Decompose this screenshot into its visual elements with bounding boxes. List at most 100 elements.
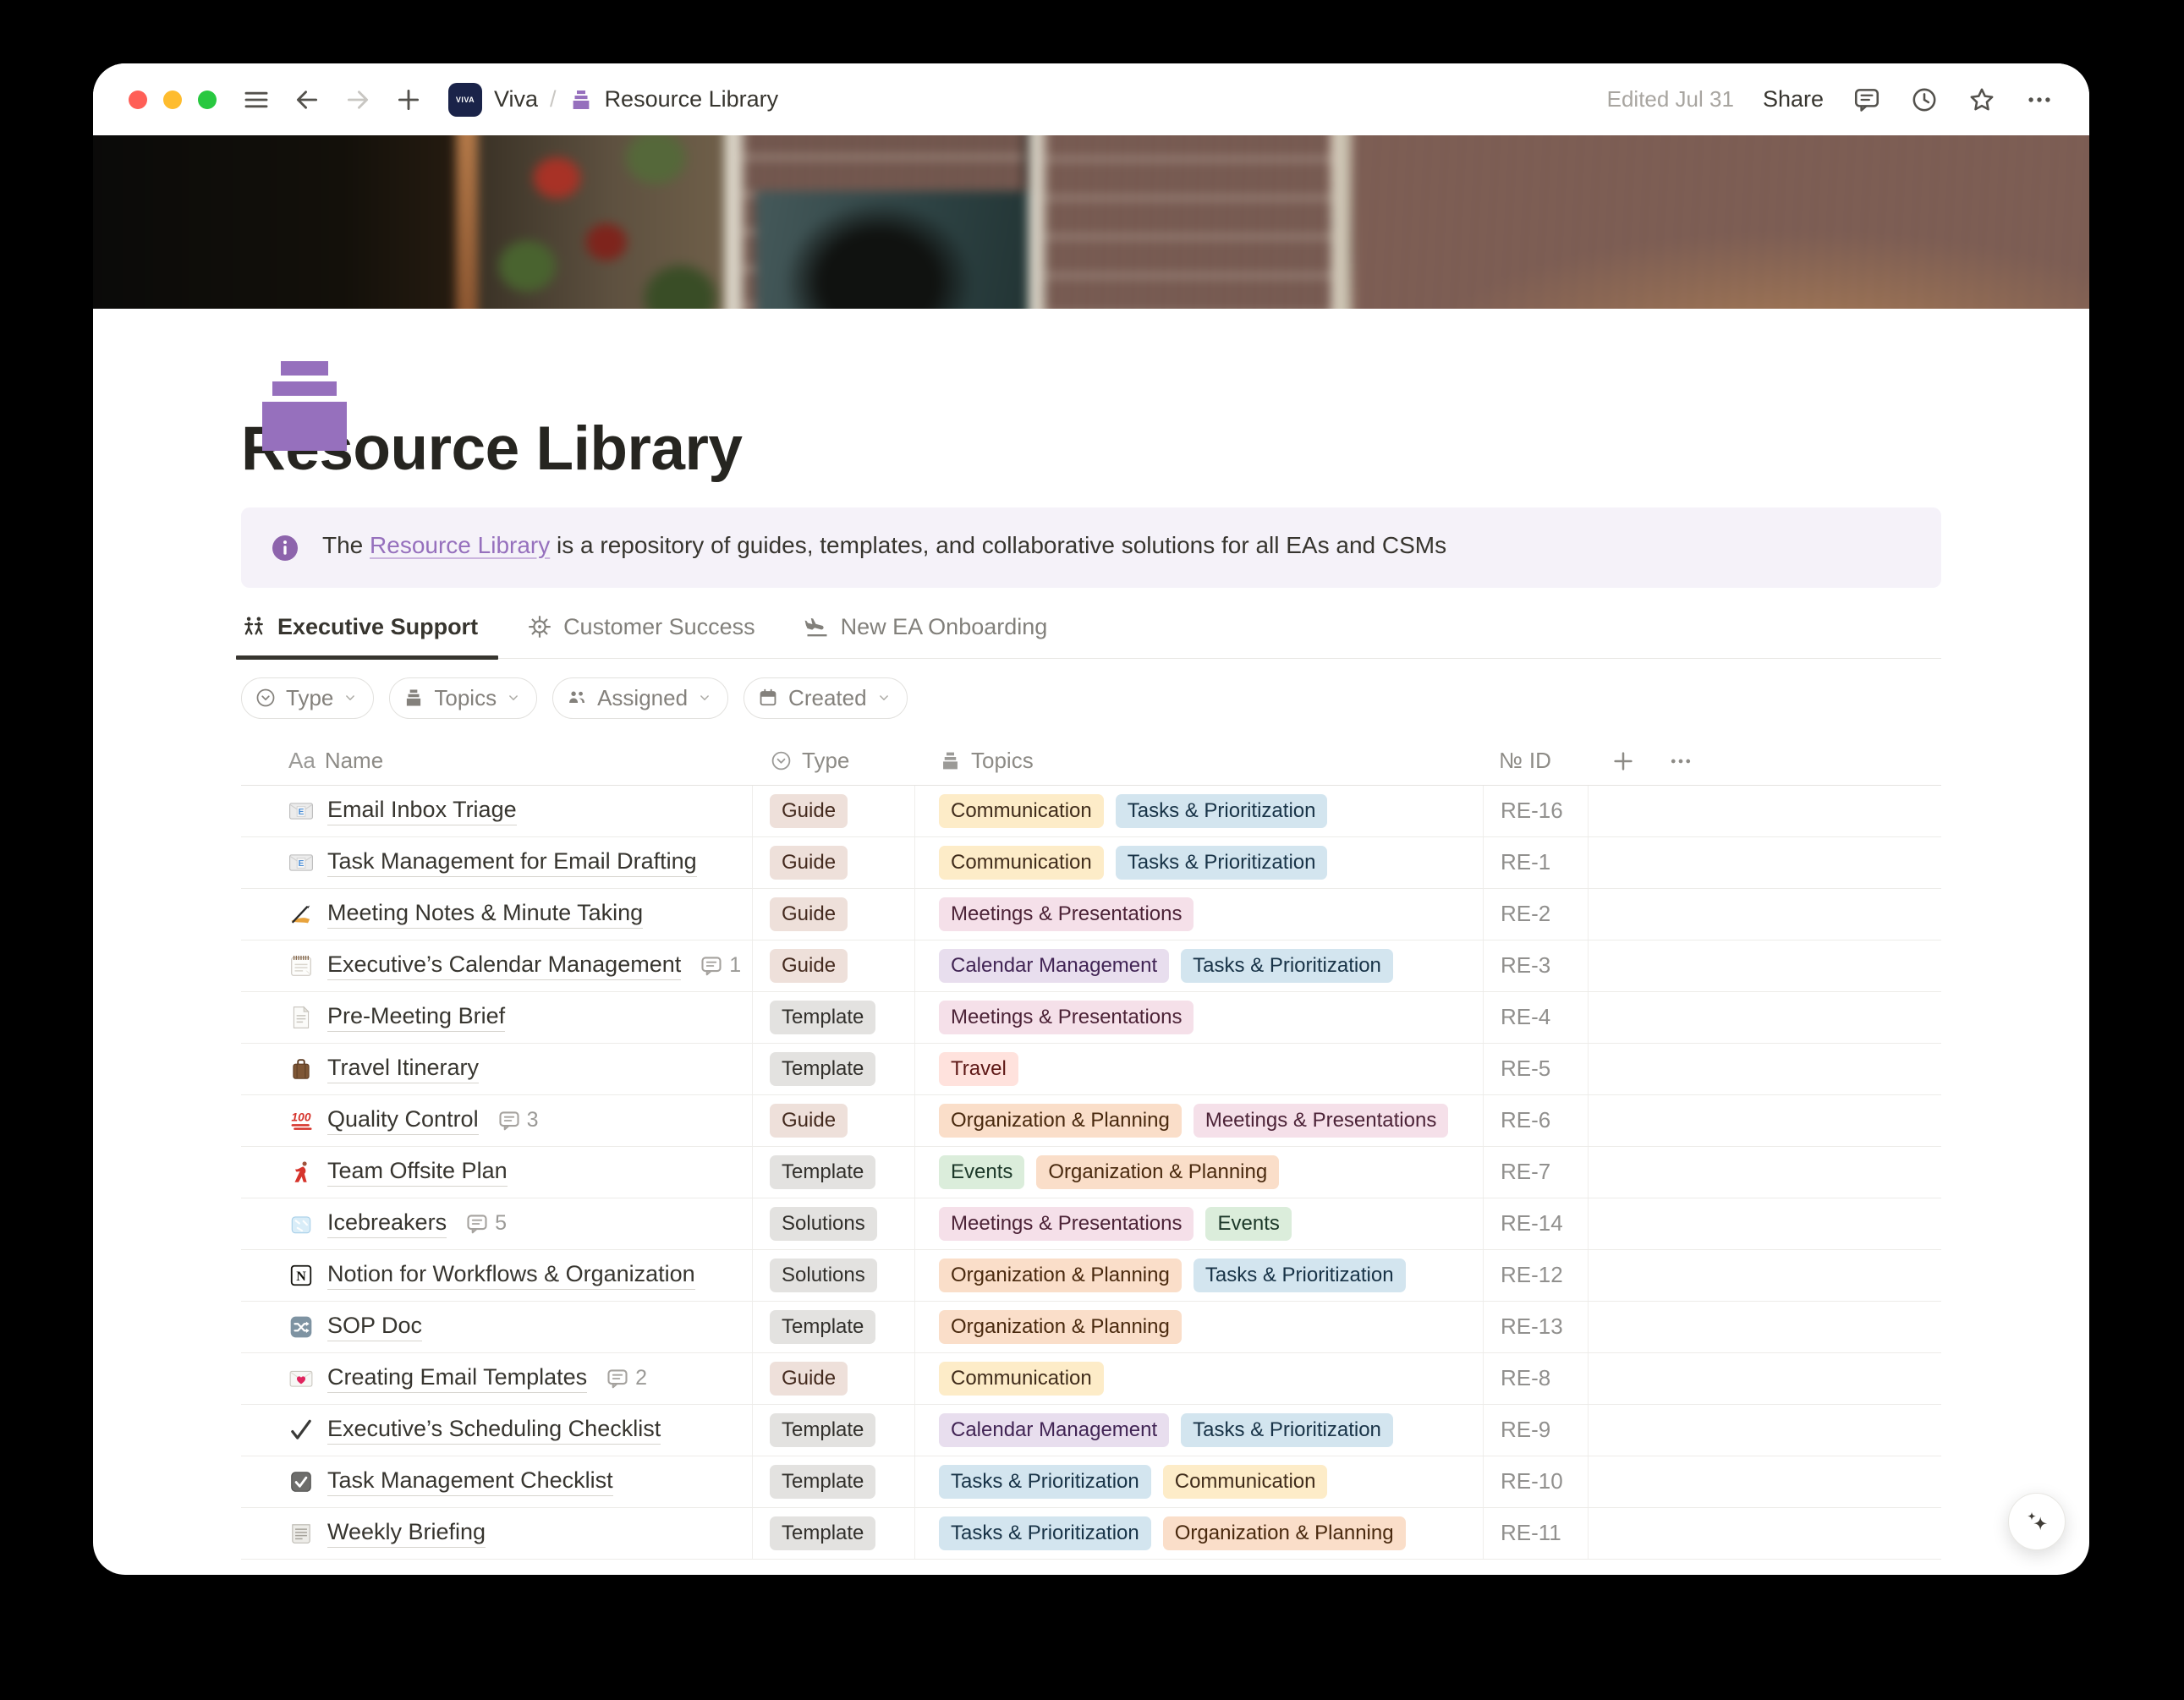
type-cell[interactable]: Template bbox=[753, 1302, 915, 1352]
id-cell[interactable]: RE-2 bbox=[1484, 889, 1589, 940]
topics-cell[interactable]: Tasks & PrioritizationOrganization & Pla… bbox=[915, 1508, 1484, 1559]
id-cell[interactable]: RE-1 bbox=[1484, 837, 1589, 888]
name-cell[interactable]: ETask Management for Email Drafting bbox=[241, 837, 753, 888]
topics-cell[interactable]: Meetings & Presentations bbox=[915, 992, 1484, 1043]
table-row[interactable]: Icebreakers5SolutionsMeetings & Presenta… bbox=[241, 1198, 1941, 1250]
name-cell[interactable]: NNotion for Workflows & Organization bbox=[241, 1250, 753, 1301]
row-name[interactable]: Executive’s Calendar Management bbox=[327, 951, 681, 980]
table-options-icon[interactable] bbox=[1668, 749, 1693, 774]
row-name[interactable]: Weekly Briefing bbox=[327, 1519, 486, 1548]
type-cell[interactable]: Template bbox=[753, 1405, 915, 1456]
id-cell[interactable]: RE-3 bbox=[1484, 940, 1589, 991]
type-cell[interactable]: Solutions bbox=[753, 1198, 915, 1249]
row-name[interactable]: Icebreakers bbox=[327, 1209, 447, 1238]
name-cell[interactable]: 100Quality Control3 bbox=[241, 1095, 753, 1146]
table-row[interactable]: Creating Email Templates 2 GuideCommunicat… bbox=[241, 1353, 1941, 1405]
table-row[interactable]: ETask Management for Email DraftingGuide… bbox=[241, 837, 1941, 889]
row-name[interactable]: Task Management for Email Drafting bbox=[327, 848, 697, 877]
close-window-button[interactable] bbox=[129, 90, 147, 109]
type-cell[interactable]: Solutions bbox=[753, 1250, 915, 1301]
id-cell[interactable]: RE-12 bbox=[1484, 1250, 1589, 1301]
minimize-window-button[interactable] bbox=[163, 90, 182, 109]
type-cell[interactable]: Guide bbox=[753, 837, 915, 888]
workspace-logo[interactable]: VIVA bbox=[448, 83, 482, 117]
type-cell[interactable]: Guide bbox=[753, 1095, 915, 1146]
id-cell[interactable]: RE-7 bbox=[1484, 1147, 1589, 1198]
comment-count[interactable]: 2 bbox=[606, 1366, 647, 1390]
id-cell[interactable]: RE-16 bbox=[1484, 786, 1589, 836]
column-header-type[interactable]: Type bbox=[753, 748, 915, 774]
type-cell[interactable]: Template bbox=[753, 1456, 915, 1507]
type-cell[interactable]: Template bbox=[753, 1508, 915, 1559]
breadcrumb-page[interactable]: Resource Library bbox=[605, 86, 779, 112]
type-cell[interactable]: Template bbox=[753, 1044, 915, 1094]
topics-cell[interactable]: Calendar ManagementTasks & Prioritizatio… bbox=[915, 940, 1484, 991]
table-row[interactable]: Executive’s Calendar Management1GuideCal… bbox=[241, 940, 1941, 992]
id-cell[interactable]: RE-10 bbox=[1484, 1456, 1589, 1507]
table-row[interactable]: Meeting Notes & Minute TakingGuideMeetin… bbox=[241, 889, 1941, 940]
id-cell[interactable]: RE-11 bbox=[1484, 1508, 1589, 1559]
zoom-window-button[interactable] bbox=[198, 90, 217, 109]
topics-cell[interactable]: Meetings & Presentations bbox=[915, 889, 1484, 940]
filter-chip-created[interactable]: Created bbox=[744, 677, 908, 719]
share-button[interactable]: Share bbox=[1763, 86, 1824, 112]
page-icon-archive[interactable] bbox=[262, 361, 347, 451]
filter-chip-type[interactable]: Type bbox=[241, 677, 374, 719]
id-cell[interactable]: RE-9 bbox=[1484, 1405, 1589, 1456]
name-cell[interactable]: Task Management Checklist bbox=[241, 1456, 753, 1507]
tab-new-ea-onboarding[interactable]: New EA Onboarding bbox=[804, 601, 1048, 658]
add-column-icon[interactable] bbox=[1611, 749, 1636, 774]
row-name[interactable]: Travel Itinerary bbox=[327, 1055, 479, 1083]
row-name[interactable]: Quality Control bbox=[327, 1106, 479, 1135]
topics-cell[interactable]: Tasks & PrioritizationCommunication bbox=[915, 1456, 1484, 1507]
comment-count[interactable]: 1 bbox=[700, 953, 741, 978]
row-name[interactable]: Executive’s Scheduling Checklist bbox=[327, 1416, 661, 1445]
forward-icon[interactable] bbox=[343, 85, 372, 114]
row-name[interactable]: Task Management Checklist bbox=[327, 1467, 613, 1496]
comment-count[interactable]: 3 bbox=[497, 1108, 539, 1132]
type-cell[interactable]: Guide bbox=[753, 786, 915, 836]
topics-cell[interactable]: Meetings & PresentationsEvents bbox=[915, 1198, 1484, 1249]
tab-executive-support[interactable]: Executive Support bbox=[241, 601, 478, 658]
name-cell[interactable]: Executive’s Scheduling Checklist bbox=[241, 1405, 753, 1456]
column-header-id[interactable]: № ID bbox=[1484, 748, 1589, 774]
name-cell[interactable]: Weekly Briefing bbox=[241, 1508, 753, 1559]
row-name[interactable]: Creating Email Templates bbox=[327, 1364, 587, 1393]
row-name[interactable]: Email Inbox Triage bbox=[327, 797, 517, 825]
topics-cell[interactable]: Organization & PlanningMeetings & Presen… bbox=[915, 1095, 1484, 1146]
topics-cell[interactable]: Organization & PlanningTasks & Prioritiz… bbox=[915, 1250, 1484, 1301]
table-row[interactable]: Task Management Checklist TemplateTasks &… bbox=[241, 1456, 1941, 1508]
topics-cell[interactable]: Calendar ManagementTasks & Prioritizatio… bbox=[915, 1405, 1484, 1456]
id-cell[interactable]: RE-13 bbox=[1484, 1302, 1589, 1352]
name-cell[interactable]: Executive’s Calendar Management 1 bbox=[241, 940, 753, 991]
table-row[interactable]: 100Quality Control3GuideOrganization & P… bbox=[241, 1095, 1941, 1147]
name-cell[interactable]: EEmail Inbox Triage bbox=[241, 786, 753, 836]
table-row[interactable]: Executive’s Scheduling Checklist Template… bbox=[241, 1405, 1941, 1456]
sidebar-toggle-icon[interactable] bbox=[242, 85, 271, 114]
ai-assistant-button[interactable] bbox=[2008, 1493, 2066, 1550]
table-row[interactable]: Team Offsite Plan TemplateEventsOrganizat… bbox=[241, 1147, 1941, 1198]
type-cell[interactable]: Template bbox=[753, 992, 915, 1043]
row-name[interactable]: Pre-Meeting Brief bbox=[327, 1003, 505, 1032]
resource-library-link[interactable]: Resource Library bbox=[370, 532, 550, 558]
row-name[interactable]: Team Offsite Plan bbox=[327, 1158, 508, 1187]
cover-image[interactable] bbox=[93, 135, 2089, 309]
topics-cell[interactable]: Communication bbox=[915, 1353, 1484, 1404]
filter-chip-assigned[interactable]: Assigned bbox=[552, 677, 728, 719]
row-name[interactable]: SOP Doc bbox=[327, 1313, 422, 1341]
back-icon[interactable] bbox=[293, 85, 321, 114]
row-name[interactable]: Meeting Notes & Minute Taking bbox=[327, 900, 643, 929]
table-row[interactable]: NNotion for Workflows & OrganizationSolu… bbox=[241, 1250, 1941, 1302]
type-cell[interactable]: Template bbox=[753, 1147, 915, 1198]
history-icon[interactable] bbox=[1910, 85, 1939, 114]
table-row[interactable]: SOP Doc TemplateOrganization & PlanningRE… bbox=[241, 1302, 1941, 1353]
topics-cell[interactable]: Organization & Planning bbox=[915, 1302, 1484, 1352]
id-cell[interactable]: RE-8 bbox=[1484, 1353, 1589, 1404]
favorite-icon[interactable] bbox=[1967, 85, 1996, 114]
name-cell[interactable]: SOP Doc bbox=[241, 1302, 753, 1352]
name-cell[interactable]: Icebreakers5 bbox=[241, 1198, 753, 1249]
comments-icon[interactable] bbox=[1852, 85, 1881, 114]
type-cell[interactable]: Guide bbox=[753, 1353, 915, 1404]
column-header-name[interactable]: Aa Name bbox=[241, 748, 753, 774]
topics-cell[interactable]: EventsOrganization & Planning bbox=[915, 1147, 1484, 1198]
